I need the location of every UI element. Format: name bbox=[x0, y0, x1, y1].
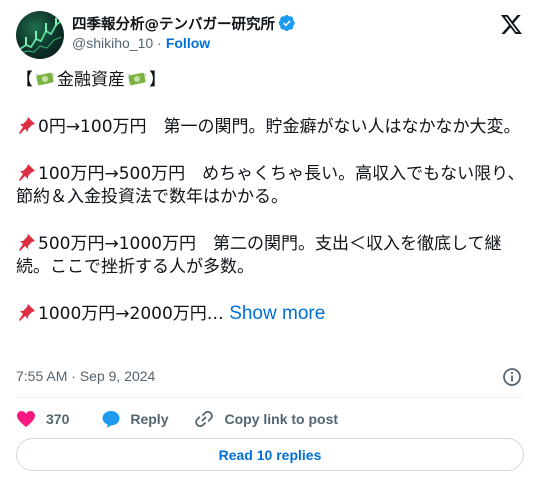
pushpin-icon bbox=[19, 117, 35, 134]
money-with-wings-icon bbox=[127, 72, 147, 86]
like-button[interactable]: 370 bbox=[16, 410, 69, 428]
tweet-paragraph-1: 0円→100万円 第一の関門。貯金癖がない人はなかなか大変。 bbox=[16, 115, 528, 139]
follow-button[interactable]: Follow bbox=[166, 35, 210, 51]
author-handle-row: @shikiho_10 · Follow bbox=[72, 35, 210, 51]
info-icon[interactable] bbox=[502, 367, 522, 387]
paragraph-2-text: 100万円→500万円 めちゃくちゃ長い。高収入でもない限り、節約＆入金投資法で… bbox=[16, 164, 525, 207]
read-replies-button[interactable]: Read 10 replies bbox=[16, 438, 524, 471]
copy-link-button[interactable]: Copy link to post bbox=[194, 409, 338, 429]
pushpin-icon bbox=[19, 304, 35, 321]
reply-bubble-icon bbox=[102, 411, 120, 428]
author-name-row: 四季報分析@テンバガー研究所 bbox=[72, 13, 296, 33]
reply-label: Reply bbox=[130, 411, 169, 427]
reply-button[interactable]: Reply bbox=[101, 409, 168, 429]
author-display-name[interactable]: 四季報分析@テンバガー研究所 bbox=[72, 13, 275, 34]
author-handle[interactable]: @shikiho_10 bbox=[72, 35, 153, 51]
copy-link-label: Copy link to post bbox=[224, 411, 339, 427]
timestamp-separator: · bbox=[71, 368, 76, 384]
pushpin-icon bbox=[19, 234, 35, 251]
tweet-actions: 370 Reply Copy link to post bbox=[16, 406, 338, 432]
verified-badge-icon bbox=[278, 14, 295, 32]
paragraph-3-text: 500万円→1000万円 第二の関門。支出＜収入を徹底して継続。ここで挫折する人… bbox=[16, 234, 502, 277]
title-open-bracket: 【 bbox=[16, 70, 33, 90]
tweet-paragraph-3: 500万円→1000万円 第二の関門。支出＜収入を徹底して継続。ここで挫折する人… bbox=[16, 232, 528, 279]
money-with-wings-icon bbox=[35, 72, 55, 86]
tweet-title-line: 【 金融資産 】 bbox=[16, 68, 528, 92]
tweet-paragraph-2: 100万円→500万円 めちゃくちゃ長い。高収入でもない限り、節約＆入金投資法で… bbox=[16, 162, 528, 209]
handle-separator: · bbox=[157, 35, 162, 51]
pushpin-icon bbox=[19, 164, 35, 181]
tweet-paragraph-4: 1000万円→2000万円… Show more bbox=[16, 302, 528, 326]
tweet-text: 【 金融資産 】 0円→100万円 第一の関門。貯金癖がない人はなかなか大変。 10… bbox=[16, 68, 528, 326]
tweet-time: 7:55 AM bbox=[16, 368, 68, 384]
paragraph-4-text: 1000万円→2000万円… bbox=[38, 304, 224, 324]
title-text: 金融資産 bbox=[57, 70, 125, 90]
show-more-link[interactable]: Show more bbox=[229, 303, 325, 324]
divider bbox=[16, 397, 524, 398]
x-logo-icon[interactable] bbox=[500, 14, 523, 35]
title-close-bracket: 】 bbox=[149, 70, 166, 90]
like-count: 370 bbox=[46, 411, 70, 427]
tweet-card: 四季報分析@テンバガー研究所 @shikiho_10 · Follow 【金融資産】… bbox=[0, 0, 540, 486]
link-icon bbox=[195, 410, 214, 428]
avatar-chart-icon bbox=[19, 18, 62, 54]
tweet-timestamp[interactable]: 7:55 AM · Sep 9, 2024 bbox=[16, 368, 155, 384]
heart-icon bbox=[17, 411, 35, 427]
paragraph-1-text: 0円→100万円 第一の関門。貯金癖がない人はなかなか大変。 bbox=[38, 117, 521, 137]
tweet-date: Sep 9, 2024 bbox=[79, 368, 156, 384]
author-avatar[interactable] bbox=[16, 11, 64, 59]
